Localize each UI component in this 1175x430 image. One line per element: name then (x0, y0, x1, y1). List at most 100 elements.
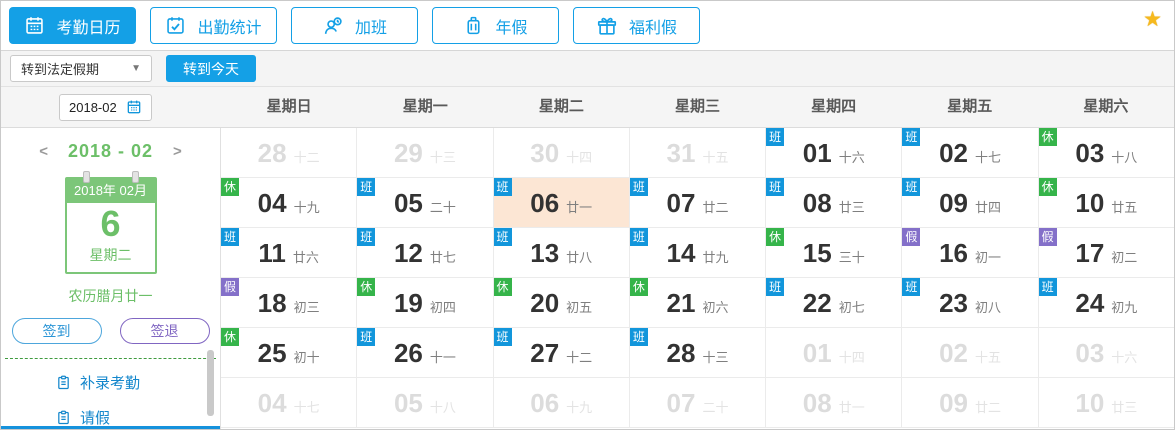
day-cell[interactable]: 班 26 十一 (357, 328, 494, 378)
day-number: 10 (1075, 388, 1105, 418)
day-cell[interactable]: 31 十五 (629, 128, 767, 178)
day-cell[interactable]: 班 11 廿六 (221, 228, 358, 278)
day-number: 26 (393, 338, 423, 368)
tab-label: 福利假 (628, 19, 677, 37)
day-number: 08 (802, 188, 832, 218)
toolbar: 转到法定假期 ▼ 转到今天 (1, 51, 1174, 87)
day-cell[interactable]: 01 十四 (766, 328, 903, 378)
day-cell-today[interactable]: 班 06 廿一 (493, 178, 630, 228)
day-number: 04 (257, 388, 287, 418)
day-number: 02 (939, 338, 968, 368)
top-tab-bar: 考勤日历 出勤统计 加班 年假 福利假 ★ (1, 1, 1174, 51)
day-cell[interactable]: 假 18 初三 (221, 278, 358, 328)
day-number: 30 (530, 138, 560, 168)
tab-suitcase[interactable]: 年假 (432, 7, 559, 44)
lunar-day: 十三 (429, 150, 456, 165)
day-number: 09 (939, 188, 968, 218)
day-cell[interactable]: 班 08 廿三 (766, 178, 903, 228)
day-cell[interactable]: 班 05 二十 (357, 178, 494, 228)
day-number: 01 (802, 138, 832, 168)
day-cell[interactable]: 09 廿二 (902, 378, 1039, 428)
day-cell[interactable]: 休 19 初四 (357, 278, 494, 328)
jump-holiday-select-value: 转到法定假期 (21, 62, 100, 77)
day-cell[interactable]: 假 16 初一 (902, 228, 1039, 278)
day-badge-work: 班 (493, 328, 512, 346)
day-cell[interactable]: 班 24 初九 (1038, 278, 1174, 328)
day-cell[interactable]: 28 十二 (221, 128, 358, 178)
day-number: 29 (393, 138, 423, 168)
lunar-day: 初四 (429, 300, 456, 315)
tab-calendar[interactable]: 考勤日历 (9, 7, 136, 44)
sidebar-action-item[interactable]: 请假 (1, 400, 220, 429)
next-month-arrow[interactable]: > (173, 144, 182, 159)
day-badge-work: 班 (629, 178, 648, 196)
day-number: 13 (530, 238, 560, 268)
favorite-star-icon[interactable]: ★ (1143, 7, 1162, 32)
day-cell[interactable]: 10 廿三 (1038, 378, 1174, 428)
day-cell[interactable]: 班 12 廿七 (357, 228, 494, 278)
card-weekday: 星期二 (89, 247, 132, 263)
lunar-day: 廿一 (566, 200, 593, 215)
day-number: 21 (666, 288, 696, 318)
day-cell[interactable]: 休 20 初五 (493, 278, 630, 328)
jump-holiday-select[interactable]: 转到法定假期 ▼ (10, 55, 152, 82)
day-number: 20 (530, 288, 560, 318)
day-cell[interactable]: 02 十五 (902, 328, 1039, 378)
day-cell[interactable]: 06 十九 (493, 378, 630, 428)
day-cell[interactable]: 休 03 十八 (1038, 128, 1174, 178)
day-cell[interactable]: 04 十七 (221, 378, 358, 428)
day-number: 07 (666, 188, 696, 218)
tab-label: 年假 (495, 19, 528, 37)
day-number: 25 (257, 338, 287, 368)
weekday-header: 星期一 (402, 98, 448, 115)
clipboard-icon (56, 410, 71, 425)
tab-calendar-check[interactable]: 出勤统计 (150, 7, 277, 44)
day-cell[interactable]: 07 二十 (629, 378, 767, 428)
day-cell[interactable]: 班 23 初八 (902, 278, 1039, 328)
day-number: 17 (1075, 238, 1105, 268)
prev-month-arrow[interactable]: < (39, 144, 48, 159)
sidebar-scrollbar[interactable] (207, 350, 214, 416)
action-label: 补录考勤 (80, 375, 141, 392)
day-cell[interactable]: 班 02 十七 (902, 128, 1039, 178)
sidebar-action-item[interactable]: 补录考勤 (1, 365, 220, 400)
day-cell[interactable]: 班 27 十二 (493, 328, 630, 378)
lunar-day: 廿八 (566, 250, 593, 265)
go-today-button[interactable]: 转到今天 (166, 55, 256, 82)
day-cell[interactable]: 班 14 廿九 (629, 228, 767, 278)
day-cell[interactable]: 休 15 三十 (766, 228, 903, 278)
day-cell[interactable]: 03 十六 (1038, 328, 1174, 378)
day-cell[interactable]: 08 廿一 (766, 378, 903, 428)
weekday-header-row: 星期日 星期一 星期二 星期三 星期四 星期五 星期六 (221, 87, 1174, 127)
day-cell[interactable]: 班 07 廿二 (629, 178, 767, 228)
lunar-day: 三十 (838, 250, 865, 265)
day-number: 07 (666, 388, 696, 418)
day-cell[interactable]: 29 十三 (357, 128, 494, 178)
lunar-day: 二十 (429, 200, 456, 215)
calendar-week-row: 假 18 初三 休 19 初四 休 20 初五 休 21 初六 班 22 初七 班 23 初八 班 24 初九 (221, 278, 1174, 328)
day-badge-work: 班 (493, 228, 512, 246)
day-cell[interactable]: 假 17 初二 (1038, 228, 1174, 278)
day-cell[interactable]: 休 21 初六 (629, 278, 767, 328)
day-cell[interactable]: 休 10 廿五 (1038, 178, 1174, 228)
tab-person-clock[interactable]: 加班 (291, 7, 418, 44)
day-cell[interactable]: 休 04 十九 (221, 178, 358, 228)
day-cell[interactable]: 30 十四 (493, 128, 630, 178)
day-cell[interactable]: 班 09 廿四 (902, 178, 1039, 228)
day-cell[interactable]: 05 十八 (357, 378, 494, 428)
gift-icon (596, 15, 618, 37)
day-cell[interactable]: 班 01 十六 (766, 128, 903, 178)
main-area: < 2018 - 02 > 2018年 02月 6 星期二 农历腊月廿一 签到 … (1, 128, 1174, 429)
check-in-button[interactable]: 签到 (11, 318, 102, 344)
lunar-day: 廿六 (292, 250, 319, 265)
day-cell[interactable]: 休 25 初十 (221, 328, 358, 378)
day-cell[interactable]: 班 13 廿八 (493, 228, 630, 278)
day-cell[interactable]: 班 28 十三 (629, 328, 767, 378)
tab-gift[interactable]: 福利假 (573, 7, 700, 44)
day-cell[interactable]: 班 22 初七 (766, 278, 903, 328)
calendar-header: 2018-02 星期日 星期一 星期二 星期三 星期四 星期五 星期六 (1, 87, 1174, 128)
lunar-day: 初七 (838, 300, 865, 315)
month-input[interactable]: 2018-02 (59, 93, 152, 121)
day-badge-work: 班 (902, 128, 921, 146)
check-out-button[interactable]: 签退 (119, 318, 210, 344)
